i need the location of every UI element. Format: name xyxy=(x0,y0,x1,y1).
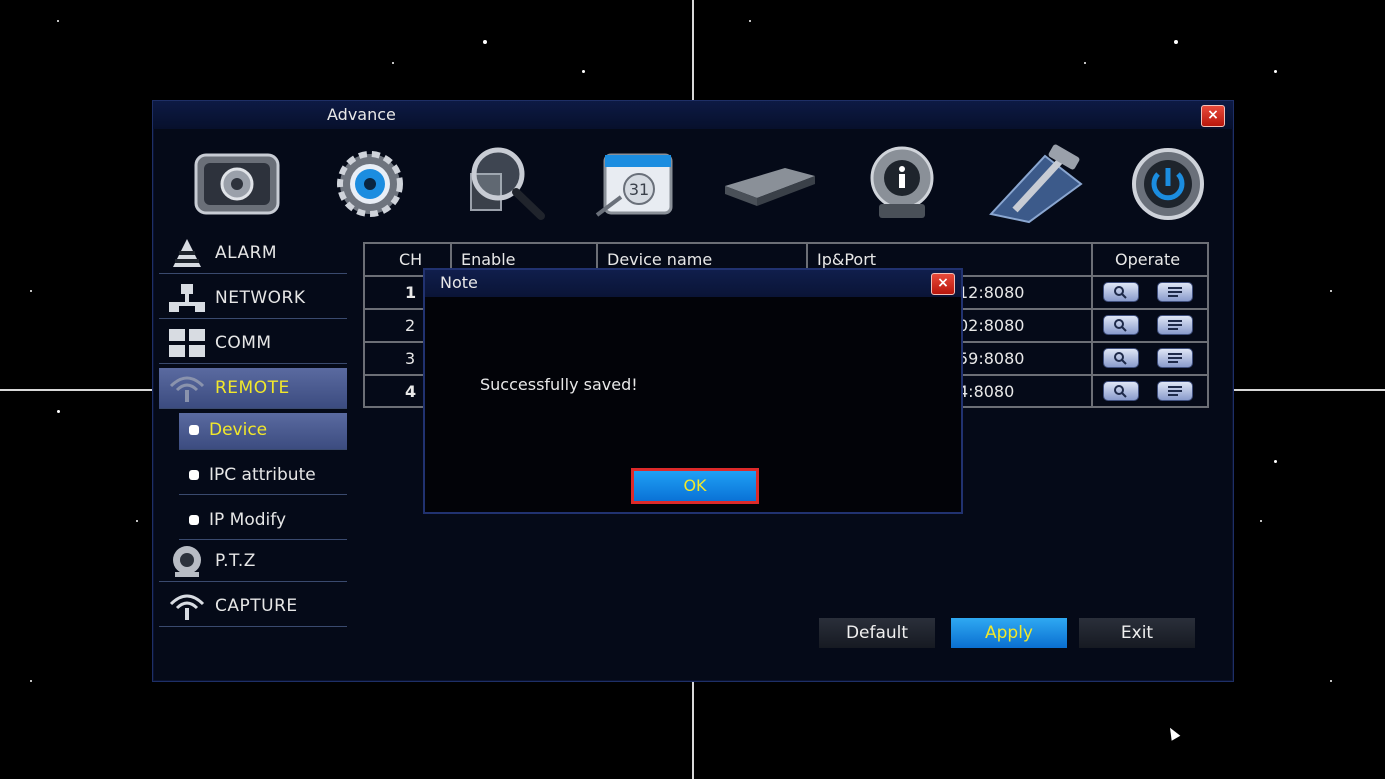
search-icon xyxy=(1114,352,1127,365)
default-button[interactable]: Default xyxy=(819,618,935,648)
comm-grid-icon xyxy=(169,329,205,357)
sidebar-item-capture[interactable]: CAPTURE xyxy=(159,586,347,627)
sidebar-item-alarm[interactable]: ALARM xyxy=(159,233,347,274)
calendar-icon: 31 xyxy=(595,153,673,217)
alarm-cone-icon xyxy=(173,239,201,267)
star xyxy=(1260,520,1262,522)
wifi-antenna-icon xyxy=(169,376,205,402)
search-icon xyxy=(1114,319,1127,332)
detail-button[interactable] xyxy=(1157,348,1193,368)
svg-text:31: 31 xyxy=(629,180,649,199)
sidebar-item-remote[interactable]: REMOTE xyxy=(159,368,347,409)
settings-tool[interactable] xyxy=(320,139,420,229)
sidebar-item-comm[interactable]: COMM xyxy=(159,323,347,364)
search-button[interactable] xyxy=(1103,381,1139,401)
window-close-button[interactable]: × xyxy=(1201,105,1225,127)
search-icon xyxy=(1114,286,1127,299)
antenna-icon xyxy=(169,594,205,620)
sidebar-subitem-ipc-attribute[interactable]: IPC attribute xyxy=(179,458,347,495)
search-button[interactable] xyxy=(1103,282,1139,302)
system-settings-icon xyxy=(194,153,280,215)
star xyxy=(582,70,585,73)
search-icon xyxy=(1114,385,1127,398)
sidebar-subitem-ip-modify[interactable]: IP Modify xyxy=(179,503,347,540)
exit-button[interactable]: Exit xyxy=(1079,618,1195,648)
window-title: Advance xyxy=(327,105,396,124)
sidebar-subitem-label: IP Modify xyxy=(209,510,286,530)
note-dialog: Note × Successfully saved! OK xyxy=(423,268,963,514)
sidebar-item-label: COMM xyxy=(215,333,272,353)
column-header-operate: Operate xyxy=(1093,244,1207,277)
list-icon xyxy=(1168,386,1182,396)
detail-button[interactable] xyxy=(1157,282,1193,302)
star xyxy=(1274,460,1277,463)
star xyxy=(1330,290,1332,292)
dialog-title: Note xyxy=(440,273,478,292)
sidebar-item-label: CAPTURE xyxy=(215,596,298,616)
list-icon xyxy=(1168,353,1182,363)
detail-button[interactable] xyxy=(1157,381,1193,401)
dialog-message: Successfully saved! xyxy=(480,375,638,394)
detail-button[interactable] xyxy=(1157,315,1193,335)
window-titlebar: Advance × xyxy=(153,101,1233,129)
system-settings-tool[interactable] xyxy=(187,139,287,229)
toolbar: 31 xyxy=(173,133,1213,233)
dialog-titlebar: Note × xyxy=(425,270,961,297)
sidebar-subitem-label: Device xyxy=(209,420,268,440)
search-tool[interactable] xyxy=(453,139,553,229)
star xyxy=(57,20,59,22)
maintenance-tool[interactable] xyxy=(985,139,1085,229)
dialog-close-button[interactable]: × xyxy=(931,273,955,295)
sidebar-item-label: ALARM xyxy=(215,243,278,263)
info-tool[interactable] xyxy=(852,139,952,229)
bullet-icon xyxy=(189,425,199,435)
star xyxy=(749,20,751,22)
star xyxy=(1330,680,1332,682)
star xyxy=(57,410,60,413)
mouse-cursor xyxy=(1165,725,1181,741)
list-icon xyxy=(1168,320,1182,330)
search-magnifier-icon xyxy=(470,147,545,220)
ptz-camera-icon xyxy=(173,546,201,577)
ok-button[interactable]: OK xyxy=(631,468,759,504)
power-tool[interactable] xyxy=(1118,139,1218,229)
apply-button[interactable]: Apply xyxy=(951,618,1067,648)
star xyxy=(1174,40,1178,44)
schedule-tool[interactable]: 31 xyxy=(586,139,686,229)
star xyxy=(30,290,32,292)
info-icon xyxy=(870,146,934,218)
star xyxy=(136,520,138,522)
star xyxy=(1274,70,1277,73)
power-icon xyxy=(1132,148,1204,220)
list-icon xyxy=(1168,287,1182,297)
star xyxy=(392,62,394,64)
sidebar-item-label: NETWORK xyxy=(215,288,306,308)
gear-icon xyxy=(337,151,403,217)
sidebar-item-label: REMOTE xyxy=(215,378,290,398)
network-icon xyxy=(169,284,205,312)
search-button[interactable] xyxy=(1103,348,1139,368)
star xyxy=(483,40,487,44)
star xyxy=(1084,62,1086,64)
search-button[interactable] xyxy=(1103,315,1139,335)
bullet-icon xyxy=(189,470,199,480)
sidebar-item-network[interactable]: NETWORK xyxy=(159,278,347,319)
star xyxy=(30,680,32,682)
bullet-icon xyxy=(189,515,199,525)
sidebar-item-ptz[interactable]: P.T.Z xyxy=(159,541,347,582)
sidebar-subitem-label: IPC attribute xyxy=(209,465,316,485)
sidebar-subitem-device[interactable]: Device xyxy=(179,413,347,450)
storage-tool[interactable] xyxy=(719,139,819,229)
tools-icon xyxy=(989,144,1083,224)
sidebar-item-label: P.T.Z xyxy=(215,551,256,571)
hard-disk-icon xyxy=(725,168,815,206)
